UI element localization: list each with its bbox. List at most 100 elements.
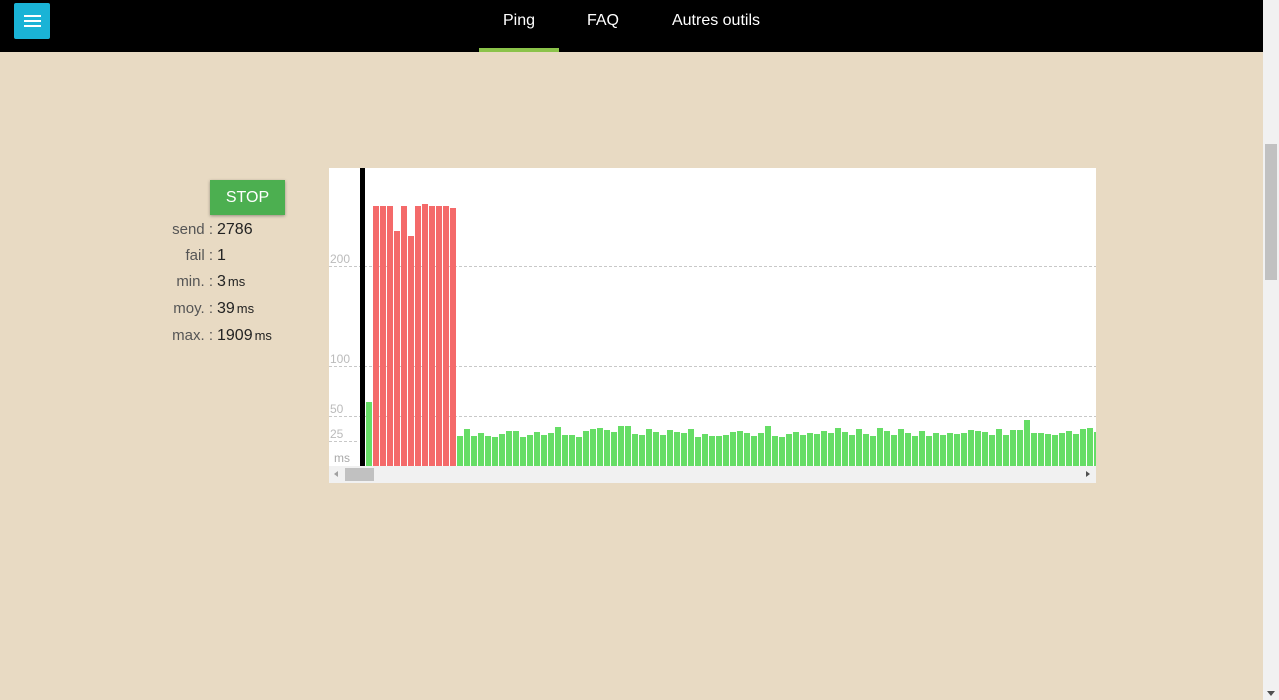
y-tick-label: 25 bbox=[330, 427, 344, 441]
ping-bar bbox=[394, 231, 400, 466]
ping-bar bbox=[975, 431, 981, 466]
menu-line bbox=[24, 20, 41, 22]
ping-bar bbox=[1024, 420, 1030, 466]
stat-min: min. :3 ms bbox=[100, 273, 245, 293]
page-scrollbar[interactable] bbox=[1263, 0, 1279, 700]
ping-bar bbox=[1017, 430, 1023, 466]
chart-scrollbar[interactable] bbox=[329, 466, 1096, 483]
ping-bar bbox=[611, 432, 617, 466]
ping-bar bbox=[842, 432, 848, 466]
current-position-marker bbox=[360, 168, 365, 466]
ping-bar bbox=[884, 431, 890, 466]
stat-max-value: 1909 bbox=[217, 327, 253, 344]
ping-chart-svg: 200 100 50 25 ms bbox=[329, 168, 1096, 466]
ping-bar bbox=[968, 430, 974, 466]
ping-bar bbox=[1066, 431, 1072, 466]
ping-bar bbox=[793, 432, 799, 466]
tab-ping[interactable]: Ping bbox=[479, 0, 559, 52]
ping-bar bbox=[940, 435, 946, 466]
ping-bar bbox=[982, 432, 988, 466]
stat-moy-value: 39 bbox=[217, 300, 235, 317]
ping-bar bbox=[534, 432, 540, 466]
ping-bar bbox=[408, 236, 414, 466]
stat-min-label: min. : bbox=[176, 273, 213, 290]
ping-bar bbox=[485, 436, 491, 466]
stop-button[interactable]: STOP bbox=[210, 180, 285, 215]
menu-line bbox=[24, 25, 41, 27]
ping-bar bbox=[996, 429, 1002, 466]
ping-bar bbox=[604, 430, 610, 466]
ping-bar bbox=[961, 433, 967, 466]
y-tick-label: 200 bbox=[330, 252, 350, 266]
ping-bar bbox=[765, 426, 771, 466]
ping-bar bbox=[422, 204, 428, 466]
ping-bar bbox=[779, 437, 785, 466]
tab-autres-outils[interactable]: Autres outils bbox=[660, 0, 772, 52]
ping-bar bbox=[891, 435, 897, 466]
ping-bar bbox=[800, 435, 806, 466]
ping-bar bbox=[751, 436, 757, 466]
ping-bar bbox=[786, 434, 792, 466]
stat-min-unit: ms bbox=[227, 274, 246, 289]
ping-bar bbox=[1010, 430, 1016, 466]
ping-bar bbox=[597, 428, 603, 466]
ping-bar bbox=[989, 435, 995, 466]
ping-bar bbox=[401, 206, 407, 466]
ping-bar bbox=[898, 429, 904, 466]
stat-send-label: send : bbox=[172, 221, 213, 238]
ping-bar bbox=[821, 431, 827, 466]
ping-bar bbox=[653, 432, 659, 466]
ping-bar bbox=[695, 437, 701, 466]
ping-bar bbox=[646, 429, 652, 466]
ping-bar bbox=[1094, 432, 1096, 466]
ping-bar bbox=[863, 434, 869, 466]
ping-bar bbox=[555, 427, 561, 466]
stat-send: send :2786 bbox=[100, 221, 253, 241]
ping-bar bbox=[926, 436, 932, 466]
ping-bar bbox=[954, 434, 960, 466]
y-tick-label: 50 bbox=[330, 402, 344, 416]
ping-bar bbox=[464, 429, 470, 466]
ping-bar bbox=[828, 433, 834, 466]
top-navbar: Ping FAQ Autres outils bbox=[0, 0, 1263, 52]
ping-bar bbox=[1003, 435, 1009, 466]
ping-bar bbox=[548, 433, 554, 466]
scroll-down-arrow-icon[interactable] bbox=[1267, 691, 1275, 696]
ping-bar bbox=[541, 435, 547, 466]
ping-bar bbox=[737, 431, 743, 466]
stat-moy-unit: ms bbox=[236, 301, 255, 316]
ping-bar bbox=[380, 206, 386, 466]
hamburger-menu-icon[interactable] bbox=[14, 3, 50, 39]
stat-min-value: 3 bbox=[217, 273, 226, 290]
ping-bar bbox=[576, 437, 582, 466]
ping-bar bbox=[709, 436, 715, 466]
ping-bar bbox=[632, 434, 638, 466]
scroll-right-arrow-icon[interactable] bbox=[1086, 471, 1090, 477]
ping-bar bbox=[730, 432, 736, 466]
stat-moy: moy. :39 ms bbox=[100, 300, 254, 320]
chart-scrollbar-thumb[interactable] bbox=[345, 468, 374, 481]
ping-bar bbox=[947, 433, 953, 466]
stat-max-unit: ms bbox=[254, 328, 272, 343]
ping-bar bbox=[807, 433, 813, 466]
stat-send-value: 2786 bbox=[217, 221, 253, 238]
ping-bar bbox=[835, 428, 841, 466]
ping-bar bbox=[590, 429, 596, 466]
ping-bar bbox=[415, 206, 421, 466]
y-tick-label: 100 bbox=[330, 352, 350, 366]
y-axis-label: ms bbox=[334, 451, 350, 465]
ping-bar bbox=[1087, 428, 1093, 466]
stat-max-label: max. : bbox=[172, 327, 213, 344]
ping-bar bbox=[471, 436, 477, 466]
stat-max: max. :1909 ms bbox=[100, 327, 272, 347]
ping-bar bbox=[569, 435, 575, 466]
ping-bar bbox=[429, 206, 435, 466]
ping-chart: 200 100 50 25 ms bbox=[329, 168, 1096, 483]
page-scrollbar-thumb[interactable] bbox=[1265, 144, 1277, 280]
ping-bar bbox=[562, 435, 568, 466]
ping-bar bbox=[919, 431, 925, 466]
ping-bar bbox=[877, 428, 883, 466]
tab-faq[interactable]: FAQ bbox=[575, 0, 631, 52]
scroll-left-arrow-icon[interactable] bbox=[334, 471, 338, 477]
ping-bar bbox=[457, 436, 463, 466]
